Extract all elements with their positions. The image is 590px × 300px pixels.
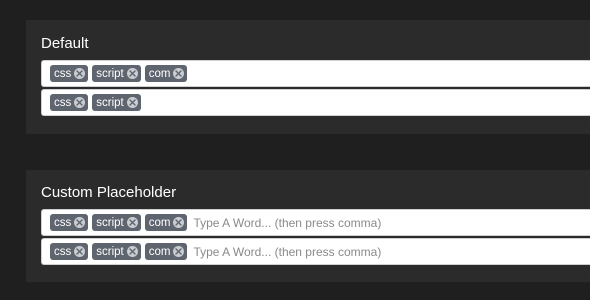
- panel-title: Custom Placeholder: [41, 184, 177, 201]
- tag-label: css: [54, 216, 72, 229]
- tag-label: script: [96, 67, 124, 80]
- tag: css: [50, 94, 89, 111]
- page: Default css script com css script Custom…: [0, 0, 590, 300]
- tags-input[interactable]: css script com: [41, 238, 590, 265]
- close-icon[interactable]: [74, 246, 86, 257]
- tag-label: com: [148, 245, 171, 258]
- tag-text-field[interactable]: [144, 92, 590, 113]
- tag: css: [50, 243, 89, 260]
- tag-label: script: [96, 245, 124, 258]
- tag: css: [50, 214, 89, 231]
- tag: script: [92, 243, 141, 260]
- tag: script: [92, 94, 141, 111]
- tag-label: com: [148, 67, 171, 80]
- panel-title: Default: [41, 35, 89, 52]
- tag-label: css: [54, 245, 72, 258]
- close-icon[interactable]: [173, 68, 185, 79]
- close-icon[interactable]: [126, 217, 138, 228]
- close-icon[interactable]: [126, 246, 138, 257]
- close-icon[interactable]: [173, 246, 185, 257]
- tag-label: script: [96, 216, 124, 229]
- tag-text-field[interactable]: [191, 212, 590, 233]
- close-icon[interactable]: [74, 68, 86, 79]
- tag: script: [92, 65, 141, 82]
- tag-text-field[interactable]: [191, 241, 590, 262]
- close-icon[interactable]: [126, 68, 138, 79]
- panel-custom-placeholder: Custom Placeholder css script com Type A…: [26, 170, 590, 282]
- tag: script: [92, 214, 141, 231]
- tag-text-field[interactable]: [191, 63, 590, 84]
- close-icon[interactable]: [74, 97, 86, 108]
- tags-input[interactable]: css script com: [41, 209, 590, 236]
- tag-label: com: [148, 216, 171, 229]
- tag: com: [144, 243, 188, 260]
- close-icon[interactable]: [74, 217, 86, 228]
- close-icon[interactable]: [126, 97, 138, 108]
- tags-input[interactable]: css script com: [41, 60, 590, 87]
- tag-label: css: [54, 96, 72, 109]
- tag: css: [50, 65, 89, 82]
- tag: com: [144, 214, 188, 231]
- tag: com: [144, 65, 188, 82]
- panel-default: Default css script com css script: [26, 20, 590, 134]
- tag-label: script: [96, 96, 124, 109]
- tags-input[interactable]: css script: [41, 89, 590, 116]
- close-icon[interactable]: [173, 217, 185, 228]
- tag-label: css: [54, 67, 72, 80]
